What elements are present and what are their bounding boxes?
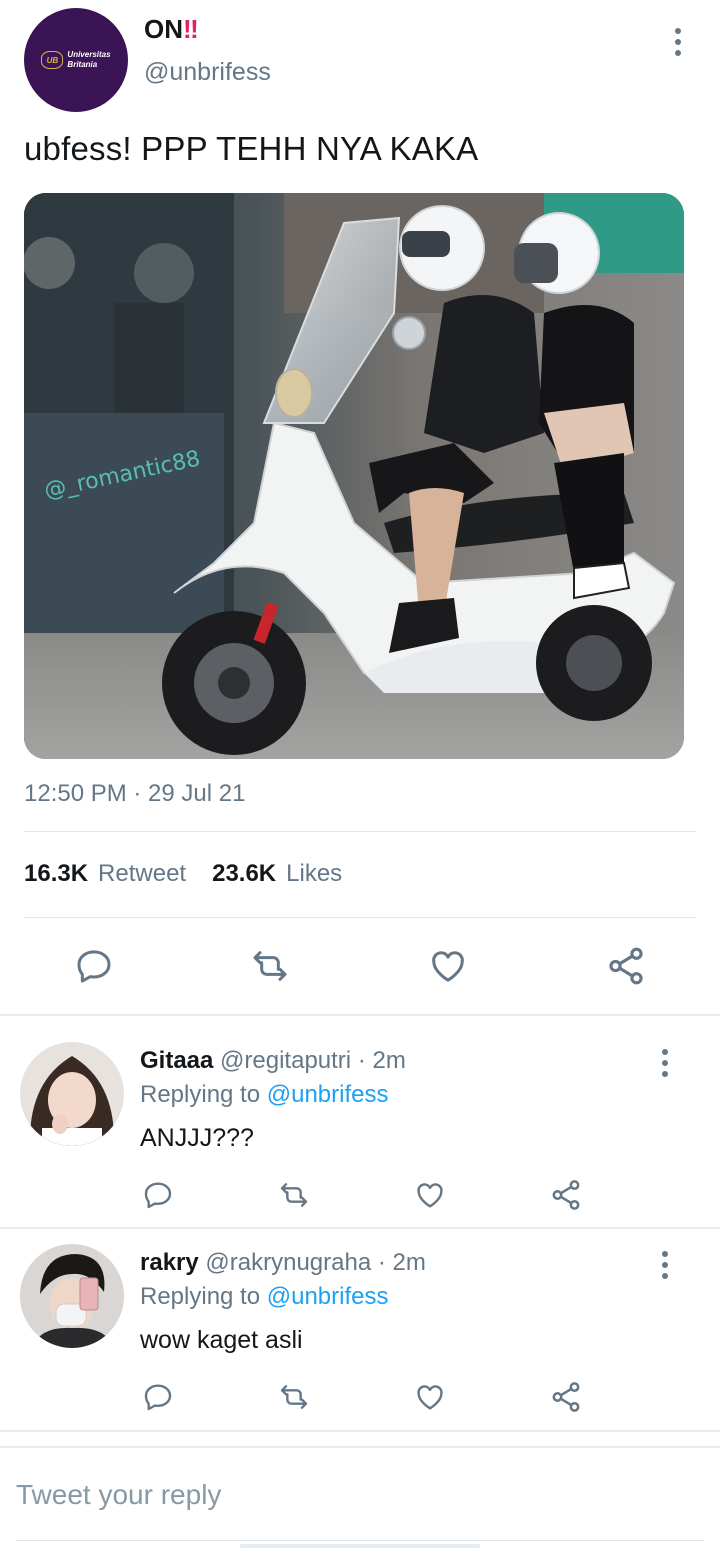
heart-icon[interactable]: [410, 1378, 450, 1416]
composer-underline: [16, 1540, 704, 1541]
reply-author-handle[interactable]: @regitaputri: [220, 1047, 351, 1074]
retweet-label[interactable]: Retweet: [98, 860, 186, 888]
reply-author-name[interactable]: Gitaaa: [140, 1047, 213, 1074]
reply-avatar[interactable]: [20, 1244, 124, 1348]
tweet-text: ubfess! PPP TEHH NYA KAKA: [24, 130, 479, 167]
retweet-icon[interactable]: [274, 1176, 314, 1214]
reply-header: rakry @rakrynugraha · 2m: [140, 1249, 426, 1277]
divider: [0, 1446, 720, 1448]
home-indicator: [240, 1544, 480, 1548]
double-exclamation-emoji: ‼: [183, 14, 199, 44]
reply-icon[interactable]: [138, 1176, 178, 1214]
more-vertical-icon[interactable]: [662, 1049, 668, 1077]
divider: [0, 1227, 720, 1229]
tweet-stats: 16.3K Retweet 23.6K Likes: [24, 860, 358, 888]
reply-text: ANJJJ???: [140, 1124, 254, 1152]
author-handle[interactable]: @unbrifess: [144, 58, 271, 87]
tweet-reply-input[interactable]: [16, 1470, 696, 1520]
tweet-photo[interactable]: @_romantic88: [24, 193, 684, 759]
likes-count[interactable]: 23.6K: [212, 860, 276, 888]
more-vertical-icon[interactable]: [675, 28, 681, 56]
divider: [24, 831, 696, 832]
reply-text: wow kaget asli: [140, 1326, 303, 1354]
retweet-count[interactable]: 16.3K: [24, 860, 88, 888]
reply-time: · 2m: [377, 1249, 426, 1276]
divider: [0, 1430, 720, 1432]
more-vertical-icon[interactable]: [662, 1251, 668, 1279]
author-name[interactable]: ON‼: [144, 14, 199, 45]
replying-to-link[interactable]: @unbrifess: [267, 1283, 389, 1310]
heart-icon[interactable]: [410, 1176, 450, 1214]
retweet-icon[interactable]: [274, 1378, 314, 1416]
tweet-timestamp: 12:50 PM · 29 Jul 21: [24, 780, 246, 807]
replying-to: Replying to @unbrifess: [140, 1283, 389, 1310]
reply-icon[interactable]: [66, 940, 122, 992]
scooter-photo-illustration: @_romantic88: [24, 193, 684, 759]
reply-time: · 2m: [357, 1047, 406, 1074]
share-icon[interactable]: [546, 1378, 586, 1416]
university-logo-icon: UB: [41, 51, 64, 69]
likes-label[interactable]: Likes: [286, 860, 342, 888]
share-icon[interactable]: [598, 940, 654, 992]
replying-to-link[interactable]: @unbrifess: [267, 1081, 389, 1108]
reply-avatar[interactable]: [20, 1042, 124, 1146]
reply-icon[interactable]: [138, 1378, 178, 1416]
divider: [0, 1014, 720, 1016]
author-avatar[interactable]: UB Universitas Britania: [24, 8, 128, 112]
retweet-icon[interactable]: [242, 940, 298, 992]
replying-to: Replying to @unbrifess: [140, 1081, 389, 1108]
share-icon[interactable]: [546, 1176, 586, 1214]
reply-header: Gitaaa @regitaputri · 2m: [140, 1047, 406, 1075]
reply-author-handle[interactable]: @rakrynugraha: [205, 1249, 371, 1276]
reply-author-name[interactable]: rakry: [140, 1249, 199, 1276]
avatar-logo-text: Universitas Britania: [67, 50, 111, 69]
divider: [24, 917, 696, 918]
heart-icon[interactable]: [420, 940, 476, 992]
